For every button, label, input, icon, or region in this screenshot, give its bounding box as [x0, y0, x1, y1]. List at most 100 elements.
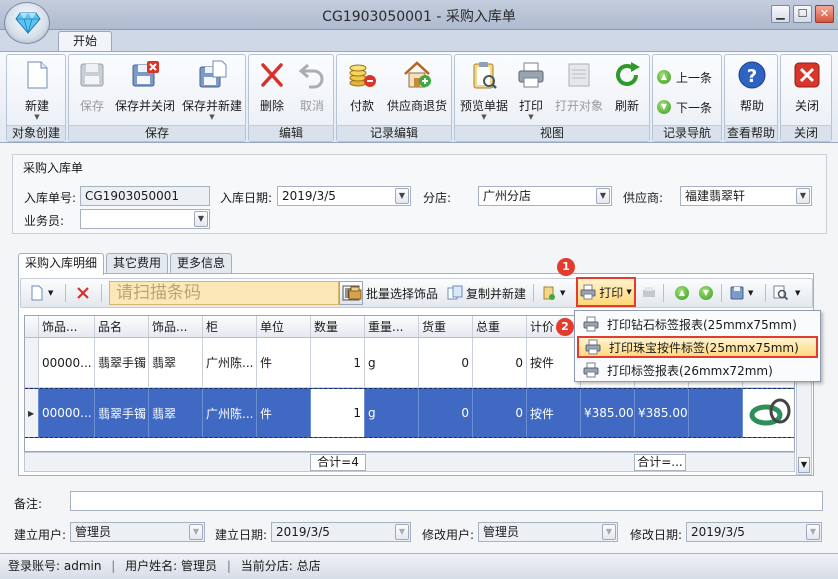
column-header[interactable]: 货重	[419, 316, 473, 337]
table-cell[interactable]: 00000...	[39, 338, 95, 387]
chevron-down-icon[interactable]: ▼	[596, 188, 610, 204]
save-layout-button[interactable]: ▼	[729, 282, 753, 304]
table-cell[interactable]	[689, 389, 743, 437]
table-cell[interactable]: 00000...	[39, 389, 95, 437]
delete-row-button[interactable]	[75, 282, 91, 304]
tab-purchase-detail[interactable]: 采购入库明细	[18, 253, 104, 275]
chevron-down-icon[interactable]: ▼	[796, 188, 810, 204]
table-cell[interactable]: 0	[473, 389, 527, 437]
house-return-icon	[404, 61, 431, 88]
chevron-down-icon[interactable]: ▼	[798, 457, 810, 473]
refresh-button[interactable]: 刷新	[607, 59, 647, 121]
table-cell[interactable]: 按件	[527, 338, 581, 387]
tab-start[interactable]: 开始	[58, 31, 112, 52]
print-ribbon-button[interactable]: 打印 ▼	[511, 59, 551, 121]
coins-icon	[349, 64, 376, 87]
branch-select[interactable]: 广州分店 ▼	[478, 186, 612, 206]
table-cell[interactable]: ¥385.00	[635, 389, 689, 437]
table-cell[interactable]: 0	[473, 338, 527, 387]
help-button[interactable]: ? 帮助	[731, 59, 773, 121]
batch-select-button[interactable]: 批量选择饰品	[347, 282, 438, 304]
table-cell[interactable]: g	[365, 338, 419, 387]
table-cell[interactable]: 件	[257, 338, 311, 387]
toolbar-disabled-button[interactable]	[641, 282, 657, 304]
menu-item-print-diamond-label[interactable]: 打印钻石标签报表(25mmx75mm)	[577, 313, 818, 335]
move-down-button[interactable]: ▼	[699, 282, 713, 304]
table-cell[interactable]: ¥385.00	[581, 389, 635, 437]
maximize-icon[interactable]: ☐	[793, 5, 812, 23]
table-cell[interactable]: 翡翠	[149, 338, 203, 387]
supplier-select[interactable]: 福建翡翠轩 ▼	[680, 186, 812, 206]
column-header[interactable]: 品名	[95, 316, 149, 337]
table-cell[interactable]: 件	[257, 389, 311, 437]
save-new-button[interactable]: 保存并新建 ▼	[181, 59, 243, 121]
column-header[interactable]: 单位	[257, 316, 311, 337]
move-up-button[interactable]: ▲	[675, 282, 689, 304]
preview-button[interactable]: 预览单据 ▼	[457, 59, 511, 121]
arrow-up-icon: ▲	[675, 286, 689, 300]
table-cell[interactable]: 按件	[527, 389, 581, 437]
chevron-down-icon: ▼	[795, 289, 801, 297]
table-cell[interactable]: 1	[311, 338, 365, 387]
chevron-down-icon: ▼	[560, 289, 566, 297]
supplier-return-button[interactable]: 供应商退货	[385, 59, 449, 121]
row-indicator[interactable]	[25, 338, 39, 387]
pay-button[interactable]: 付款	[341, 59, 383, 121]
separator	[721, 284, 722, 302]
column-header[interactable]: 柜	[203, 316, 257, 337]
tab-more-info[interactable]: 更多信息	[170, 253, 232, 274]
copy-new-button[interactable]: 复制并新建	[447, 282, 526, 304]
app-menu-button[interactable]	[4, 2, 50, 44]
product-thumbnail[interactable]	[743, 389, 794, 437]
attach-button[interactable]: ▼	[541, 282, 565, 304]
clerk-select[interactable]: ▼	[80, 209, 210, 229]
print-dropdown-button[interactable]: 打印 ▼	[576, 277, 636, 307]
delete-x-icon	[77, 287, 89, 299]
order-no-field[interactable]: CG1903050001	[80, 186, 210, 206]
step-badge-2: 2	[556, 318, 574, 336]
close-icon[interactable]: ✕	[815, 5, 834, 23]
new-row-button[interactable]: ▼	[29, 282, 53, 304]
table-cell[interactable]: 0	[419, 389, 473, 437]
row-indicator-arrow-icon[interactable]: ▶	[25, 389, 39, 437]
group-record-edit: 付款 供应商退货 记录编辑	[336, 54, 452, 142]
table-cell[interactable]: 翡翠	[149, 389, 203, 437]
new-button[interactable]: 新建 ▼	[13, 59, 61, 121]
save-button[interactable]: 保存	[73, 59, 111, 121]
save-close-icon	[132, 61, 159, 87]
open-object-button[interactable]: 打开对象	[553, 59, 605, 121]
table-cell[interactable]: 翡翠手镯	[95, 389, 149, 437]
table-cell[interactable]: 0	[419, 338, 473, 387]
next-record-button[interactable]: ▼ 下一条	[657, 97, 712, 117]
group-help: ? 帮助 查看帮助	[724, 54, 778, 142]
undo-button[interactable]: 取消	[293, 59, 331, 121]
column-header[interactable]: 饰品...	[39, 316, 95, 337]
close-button[interactable]: 关闭	[787, 59, 827, 121]
chevron-down-icon[interactable]: ▼	[395, 188, 409, 204]
delete-button[interactable]: 删除	[253, 59, 291, 121]
column-header[interactable]: 总重	[473, 316, 527, 337]
tab-other-fees[interactable]: 其它费用	[106, 253, 168, 274]
table-cell[interactable]: 广州陈...	[203, 389, 257, 437]
column-header[interactable]: 重量...	[365, 316, 419, 337]
table-cell[interactable]: g	[365, 389, 419, 437]
arrow-up-icon: ▲	[657, 70, 671, 84]
chevron-down-icon[interactable]: ▼	[194, 211, 208, 227]
table-cell[interactable]: 翡翠手镯	[95, 338, 149, 387]
table-cell[interactable]: 广州陈...	[203, 338, 257, 387]
menu-item-print-label-report[interactable]: 打印标签报表(26mmx72mm)	[577, 359, 818, 381]
save-close-button[interactable]: 保存并关闭	[113, 59, 177, 121]
find-button[interactable]	[773, 282, 789, 304]
menu-item-print-jewelry-label[interactable]: 打印珠宝按件标签(25mmx75mm)	[577, 336, 818, 358]
remark-input[interactable]	[70, 491, 823, 511]
column-header[interactable]: 饰品...	[149, 316, 203, 337]
prev-record-button[interactable]: ▲ 上一条	[657, 67, 712, 87]
date-field[interactable]: 2019/3/5 ▼	[277, 186, 411, 206]
column-header[interactable]: 数量	[311, 316, 365, 337]
table-cell-editing[interactable]: 1	[311, 389, 365, 437]
toolbar-overflow-button[interactable]: ▼	[795, 282, 800, 304]
barcode-input[interactable]: 请扫描条码	[109, 281, 339, 305]
minimize-icon[interactable]: ▁	[771, 5, 790, 23]
group-save: 保存 保存并关闭 保存并新建 ▼ 保存	[68, 54, 246, 142]
table-row-selected[interactable]: ▶ 00000... 翡翠手镯 翡翠 广州陈... 件 1 g 0 0 按件 ¥…	[25, 388, 794, 438]
